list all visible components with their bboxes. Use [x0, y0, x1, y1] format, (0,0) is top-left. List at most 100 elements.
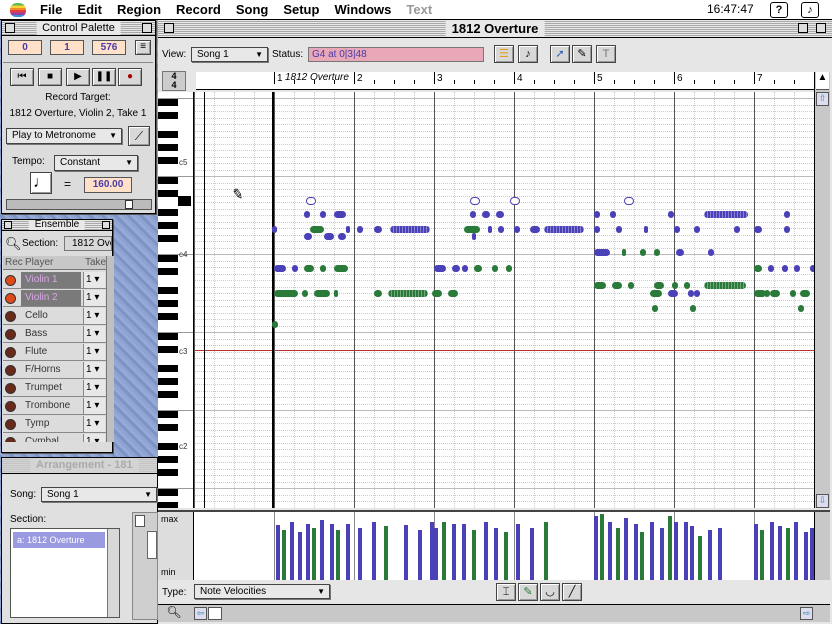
velocity-bar[interactable] [608, 522, 612, 580]
time-signature[interactable]: 4 4 [162, 71, 186, 91]
text-tool-icon[interactable]: T [596, 45, 616, 63]
note-event[interactable] [644, 226, 648, 233]
note-event[interactable] [434, 290, 442, 297]
quarter-note-icon[interactable]: ♩ [30, 172, 52, 194]
black-key[interactable] [158, 378, 178, 385]
black-key[interactable] [158, 287, 178, 294]
note-event[interactable] [492, 265, 498, 272]
menu-song[interactable]: Song [236, 2, 269, 17]
horizontal-scroll-thumb[interactable] [208, 607, 222, 620]
record-enable-icon[interactable] [5, 383, 16, 394]
zoom-box-icon[interactable] [102, 221, 110, 229]
velocity-bar[interactable] [668, 516, 672, 580]
velocity-bar[interactable] [282, 530, 286, 580]
record-enable-icon[interactable] [5, 275, 16, 286]
velocity-bar[interactable] [794, 522, 798, 580]
note-event[interactable] [374, 290, 382, 297]
note-event[interactable] [496, 211, 504, 218]
player-name[interactable]: Cymbal [21, 434, 81, 442]
note-event[interactable] [652, 305, 658, 312]
velocity-bar[interactable] [640, 532, 644, 580]
note-event[interactable] [272, 321, 278, 328]
magnifier-icon[interactable]: 🔍︎ [5, 236, 22, 252]
record-enable-icon[interactable] [5, 401, 16, 412]
player-row[interactable]: Violin 11 ▾ [3, 272, 107, 289]
velocity-bar[interactable] [544, 522, 548, 580]
velocity-bar[interactable] [760, 530, 764, 580]
player-take[interactable]: 1 ▾ [83, 398, 105, 414]
black-key[interactable] [158, 443, 178, 450]
application-icon[interactable]: ♪ [801, 2, 819, 18]
velocity-bar[interactable] [634, 524, 638, 580]
play-button[interactable]: ▶ [66, 68, 90, 86]
black-key[interactable] [158, 131, 178, 138]
note-event[interactable] [530, 226, 540, 233]
record-enable-icon[interactable] [5, 365, 16, 376]
note-event[interactable] [334, 211, 346, 218]
black-key[interactable] [158, 423, 178, 431]
section-list-scrollbar[interactable] [107, 529, 119, 617]
note-event[interactable] [498, 226, 504, 233]
zoom-box-icon[interactable] [142, 23, 152, 33]
note-event[interactable] [734, 226, 740, 233]
rewind-button[interactable]: ⏮ [10, 68, 34, 86]
close-box-icon[interactable] [164, 23, 174, 33]
note-event[interactable] [274, 265, 286, 272]
black-key[interactable] [158, 144, 178, 151]
note-event[interactable] [784, 226, 790, 233]
type-popup[interactable]: Note Velocities [194, 584, 330, 599]
velocity-bar[interactable] [494, 528, 498, 580]
black-key[interactable] [158, 332, 178, 340]
insertion-tool-icon[interactable]: ⌶ [496, 583, 516, 601]
arrangement-titlebar[interactable]: Arrangement - 181 [2, 458, 157, 474]
note-event[interactable] [320, 265, 326, 272]
black-key[interactable] [158, 222, 178, 229]
note-event[interactable] [650, 290, 662, 297]
velocity-bar[interactable] [594, 516, 598, 580]
position-beats[interactable]: 1 [50, 40, 84, 55]
scroll-right-icon[interactable]: ⇨ [800, 607, 813, 620]
note-event[interactable] [470, 211, 476, 218]
menu-record[interactable]: Record [176, 2, 221, 17]
note-event[interactable] [388, 290, 428, 297]
velocity-bar[interactable] [472, 530, 476, 580]
scroll-up-arrow-icon[interactable]: ▲ [816, 72, 829, 90]
selected-note-event[interactable] [306, 197, 316, 205]
player-take[interactable]: 1 ▾ [83, 326, 105, 342]
note-event[interactable] [668, 290, 678, 297]
velocity-bar[interactable] [690, 526, 694, 580]
player-row[interactable]: Cymbal 1 ▾ [3, 434, 107, 442]
record-enable-icon[interactable] [5, 347, 16, 358]
black-key[interactable] [158, 267, 178, 275]
player-take[interactable]: 1 ▾ [83, 272, 105, 288]
velocity-bar[interactable] [674, 522, 678, 580]
record-enable-icon[interactable] [5, 293, 16, 304]
note-event[interactable] [482, 211, 490, 218]
velocity-bar[interactable] [306, 524, 310, 580]
note-event[interactable] [390, 226, 430, 233]
black-key[interactable] [158, 235, 178, 242]
note-event[interactable] [594, 211, 600, 218]
player-name[interactable]: Violin 1 [21, 272, 81, 288]
note-event[interactable] [292, 265, 298, 272]
player-take[interactable]: 1 ▾ [83, 362, 105, 378]
velocity-bar[interactable] [718, 528, 722, 580]
player-name[interactable]: Tymp [21, 416, 81, 432]
player-name[interactable]: Flute [21, 344, 81, 360]
black-key[interactable] [158, 176, 178, 184]
velocity-bar[interactable] [660, 528, 664, 580]
note-event[interactable] [310, 226, 324, 233]
player-name[interactable]: Violin 2 [21, 290, 81, 306]
player-name[interactable]: Trombone [21, 398, 81, 414]
note-event[interactable] [754, 226, 762, 233]
position-bars[interactable]: 0 [8, 40, 42, 55]
velocity-bar[interactable] [530, 528, 534, 580]
arrangement-song-popup[interactable]: Song 1 [41, 487, 157, 502]
velocity-bar[interactable] [276, 525, 280, 580]
note-event[interactable] [450, 290, 458, 297]
arrangement-strip-icon[interactable] [135, 515, 145, 527]
menu-edit[interactable]: Edit [77, 2, 102, 17]
note-event[interactable] [488, 226, 492, 233]
tempo-mode-popup[interactable]: Constant [54, 155, 138, 171]
line-tool-icon[interactable]: ╱ [562, 583, 582, 601]
